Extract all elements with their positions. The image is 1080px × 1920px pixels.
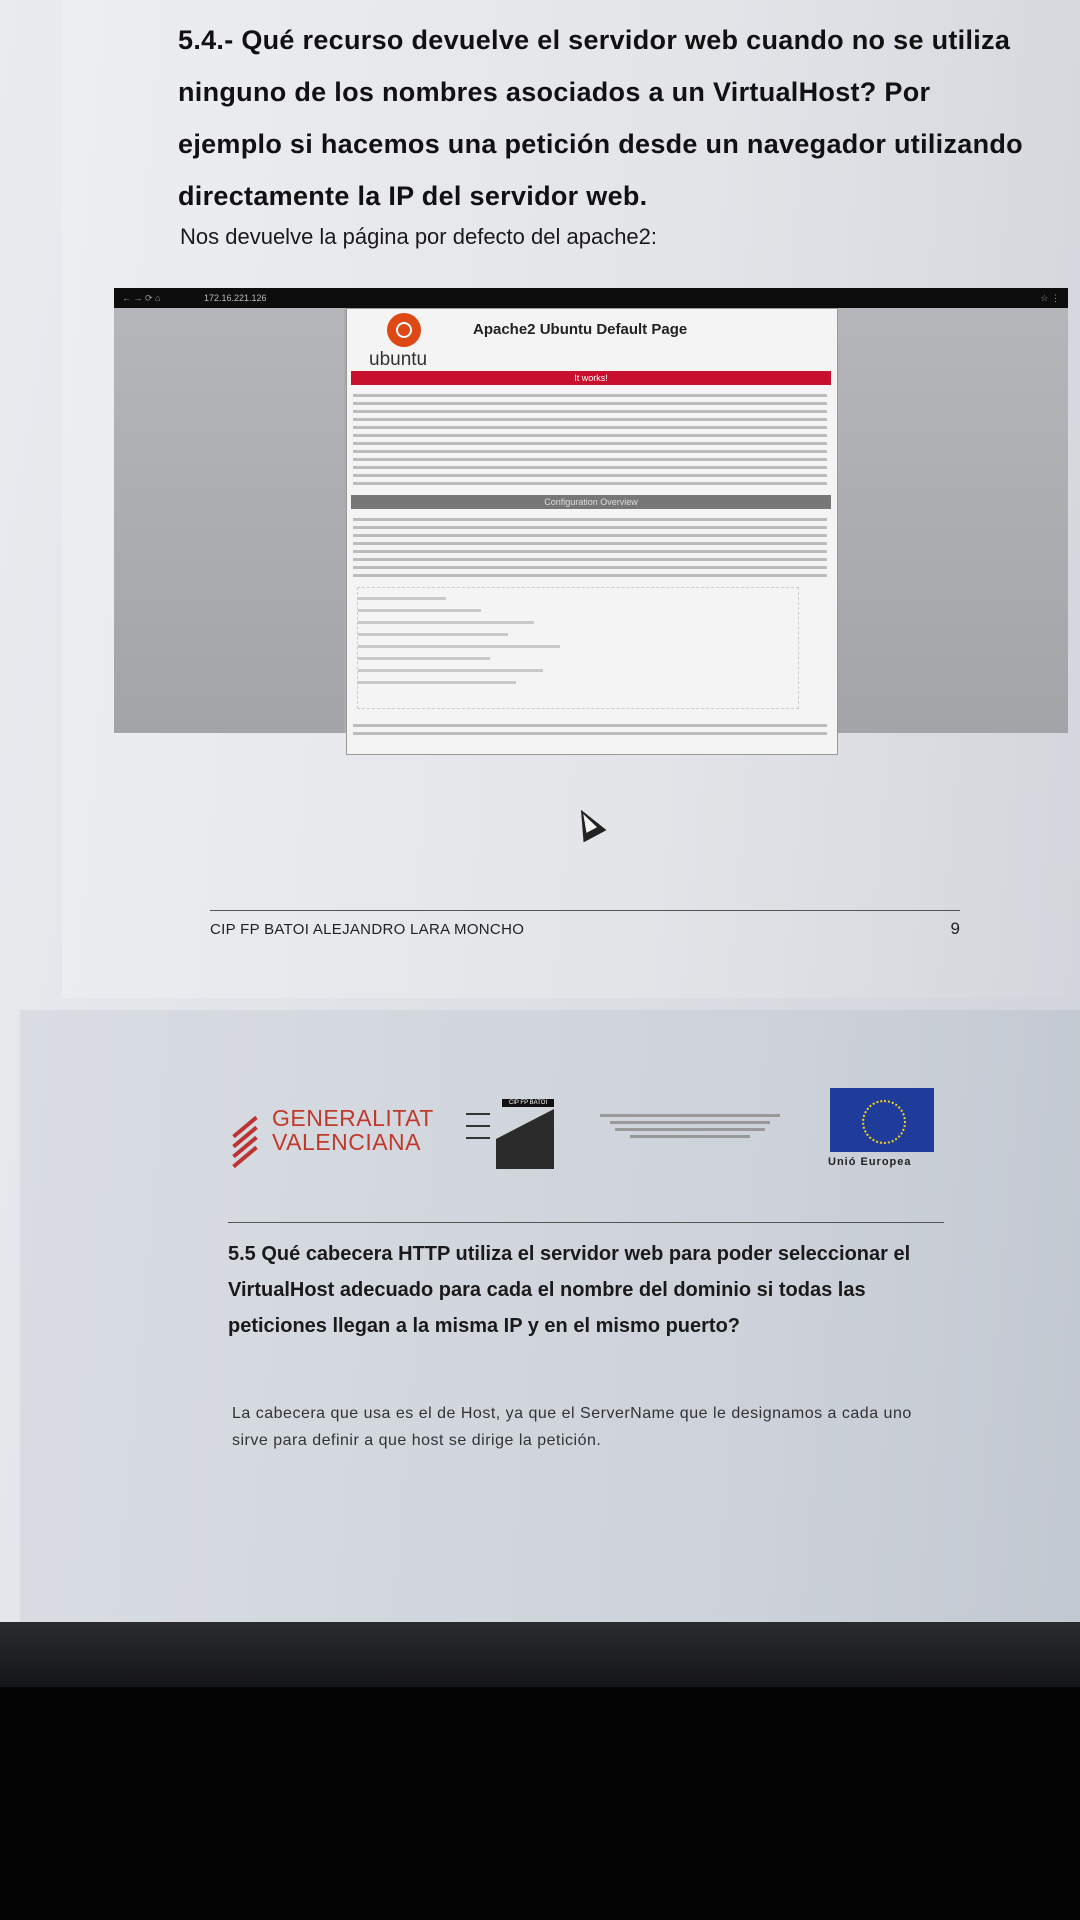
question-5-4: 5.4.- Qué recurso devuelve el servidor w… — [178, 25, 1023, 211]
batoi-address-block — [590, 1110, 790, 1142]
browser-menu-icons: ☆ ⋮ — [1040, 293, 1060, 303]
eu-stars-icon — [862, 1100, 906, 1144]
page-footer: CIP FP BATOI ALEJANDRO LARA MONCHO 9 — [210, 910, 960, 938]
batoi-wedge-icon — [496, 1109, 554, 1169]
intro-paragraph-lines — [353, 389, 827, 490]
browser-nav-icons: ← → ⟳ ⌂ — [122, 293, 161, 303]
generalitat-emblem-icon — [228, 1085, 262, 1169]
dark-foreground — [0, 1687, 1080, 1920]
config-paragraph-lines — [353, 513, 827, 582]
eu-label: Unió Europea — [828, 1156, 912, 1168]
apache-page: ubuntu Apache2 Ubuntu Default Page It wo… — [346, 308, 838, 755]
it-works-banner: It works! — [351, 371, 831, 385]
browser-url: 172.16.221.126 — [204, 293, 267, 303]
batoi-logo: CIP FP BATOI — [466, 1095, 554, 1173]
configuration-overview-banner: Configuration Overview — [351, 495, 831, 509]
generalitat-name: GENERALITAT — [272, 1105, 434, 1131]
apache-default-page-screenshot: ← → ⟳ ⌂ 172.16.221.126 ☆ ⋮ ubuntu Apache… — [114, 288, 1068, 755]
answer-5-5: La cabecera que usa es el de Host, ya qu… — [232, 1405, 912, 1449]
batoi-logo-label: CIP FP BATOI — [502, 1099, 554, 1107]
ubuntu-logo-icon — [387, 313, 421, 347]
page-number: 9 — [950, 919, 960, 938]
monitor-screen: 5.4.- Qué recurso devuelve el servidor w… — [0, 0, 1080, 1630]
valenciana-name: VALENCIANA — [272, 1129, 422, 1155]
section-divider — [228, 1222, 944, 1223]
ubuntu-wordmark: ubuntu — [369, 349, 428, 370]
footer-author: CIP FP BATOI ALEJANDRO LARA MONCHO — [210, 921, 525, 938]
viewport-right-margin — [838, 308, 1068, 733]
monitor-bezel — [0, 1622, 1080, 1687]
browser-viewport: ubuntu Apache2 Ubuntu Default Page It wo… — [114, 308, 1068, 755]
question-5-5: 5.5 Qué cabecera HTTP utiliza el servido… — [228, 1243, 911, 1337]
viewport-left-margin — [114, 308, 344, 733]
answer-5-4: Nos devuelve la página por defecto del a… — [180, 224, 658, 249]
config-file-tree — [357, 587, 799, 709]
footnote-lines — [353, 719, 827, 740]
apache-page-title: Apache2 Ubuntu Default Page — [473, 321, 688, 338]
eu-flag-icon — [830, 1088, 934, 1152]
browser-toolbar: ← → ⟳ ⌂ 172.16.221.126 ☆ ⋮ — [114, 288, 1068, 308]
